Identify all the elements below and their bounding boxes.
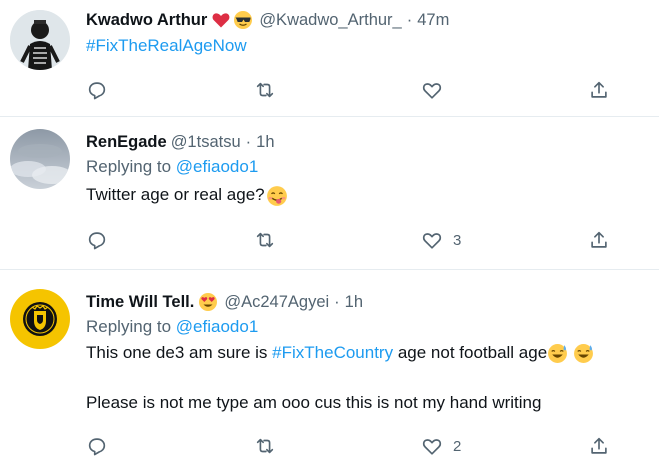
share-icon	[591, 437, 607, 454]
retweet-button[interactable]	[254, 228, 276, 252]
heart-eyes-face-emoji	[199, 293, 218, 311]
tweet-body: #FixTheRealAgeNow	[86, 34, 651, 58]
tweet-text: This one de3 am sure is	[86, 343, 268, 362]
mention-link[interactable]: @efiaodo1	[176, 157, 259, 176]
tweet-header: Kwadwo Arthur @Kwadwo_Arthur_ · 47m	[86, 8, 651, 32]
like-count: 2	[453, 437, 462, 455]
tongue-wink-face-emoji	[266, 185, 287, 206]
separator-dot: ·	[406, 10, 413, 29]
replying-label: Replying to	[86, 317, 172, 336]
avatar[interactable]	[10, 289, 70, 349]
display-name[interactable]: Time Will Tell.	[86, 293, 194, 312]
tweet-text: Please is not me type am ooo cus this is…	[86, 393, 542, 412]
share-button[interactable]	[588, 78, 610, 102]
tweet-body-second: Please is not me type am ooo cus this is…	[86, 391, 651, 415]
retweet-button[interactable]	[254, 78, 276, 102]
tweet-body: Twitter age or real age?	[86, 183, 651, 207]
replying-label: Replying to	[86, 157, 172, 176]
avatar[interactable]	[10, 10, 70, 70]
tweet-text: Twitter age or real age?	[86, 185, 265, 204]
replying-line: Replying to @efiaodo1	[86, 155, 651, 179]
reply-icon	[88, 232, 106, 250]
user-handle[interactable]: @Kwadwo_Arthur_	[259, 11, 401, 30]
retweet-icon	[256, 438, 274, 454]
red-heart-emoji	[212, 13, 230, 28]
tweet-header: Time Will Tell. @Ac247Agyei · 1h	[86, 290, 651, 314]
tweet-3[interactable]: Time Will Tell. @Ac247Agyei · 1h Replyin…	[0, 270, 659, 470]
retweet-button[interactable]	[254, 434, 276, 458]
reply-icon	[88, 82, 106, 100]
tweet-1[interactable]: Kwadwo Arthur @Kwadwo_Arthur_ · 47m #Fix…	[0, 0, 659, 116]
separator-dot: ·	[334, 292, 340, 311]
sunglasses-face-emoji	[234, 11, 253, 29]
display-name[interactable]: Kwadwo Arthur	[86, 11, 207, 30]
heart-icon	[422, 83, 442, 99]
cloudy-sky-avatar-icon	[10, 129, 70, 189]
reply-button[interactable]	[86, 78, 108, 102]
tweet-body: This one de3 am sure is #FixTheCountry a…	[86, 341, 651, 365]
heart-icon	[422, 233, 442, 249]
like-button[interactable]: 2	[421, 434, 461, 458]
avatar[interactable]	[10, 129, 70, 189]
tweet-text: age not football age	[397, 343, 548, 362]
tweet-actions: 2	[86, 434, 626, 458]
share-icon	[591, 81, 607, 98]
user-handle[interactable]: @1tsatsu	[171, 133, 241, 152]
mention-link[interactable]: @efiaodo1	[176, 317, 259, 336]
reply-icon	[88, 438, 106, 456]
timestamp[interactable]: 47m	[417, 11, 449, 30]
like-button[interactable]: 3	[421, 228, 461, 252]
tweet-actions	[86, 78, 626, 102]
reply-button[interactable]	[86, 434, 108, 458]
timestamp[interactable]: 1h	[256, 133, 274, 152]
replying-line: Replying to @efiaodo1	[86, 315, 651, 339]
tweet-actions: 3	[86, 228, 626, 252]
timestamp[interactable]: 1h	[345, 293, 363, 312]
share-icon	[591, 231, 607, 248]
user-handle[interactable]: @Ac247Agyei	[224, 293, 329, 312]
retweet-icon	[256, 232, 274, 248]
share-button[interactable]	[588, 434, 610, 458]
retweet-icon	[256, 82, 274, 98]
reply-button[interactable]	[86, 228, 108, 252]
like-button[interactable]	[421, 78, 453, 102]
sweat-smile-face-emoji	[574, 344, 594, 363]
share-button[interactable]	[588, 228, 610, 252]
skeleton-avatar-icon	[10, 10, 70, 70]
hashtag-link[interactable]: #FixTheRealAgeNow	[86, 36, 247, 55]
display-name[interactable]: RenEgade	[86, 133, 167, 152]
club-crest-avatar-icon	[10, 289, 70, 349]
hashtag-link[interactable]: #FixTheCountry	[272, 343, 393, 362]
heart-icon	[422, 439, 442, 455]
tweet-2[interactable]: RenEgade @1tsatsu · 1h Replying to @efia…	[0, 117, 659, 269]
sweat-smile-face-emoji	[548, 344, 568, 363]
separator-dot: ·	[245, 132, 252, 151]
tweet-header: RenEgade @1tsatsu · 1h	[86, 130, 651, 154]
like-count: 3	[453, 231, 462, 249]
